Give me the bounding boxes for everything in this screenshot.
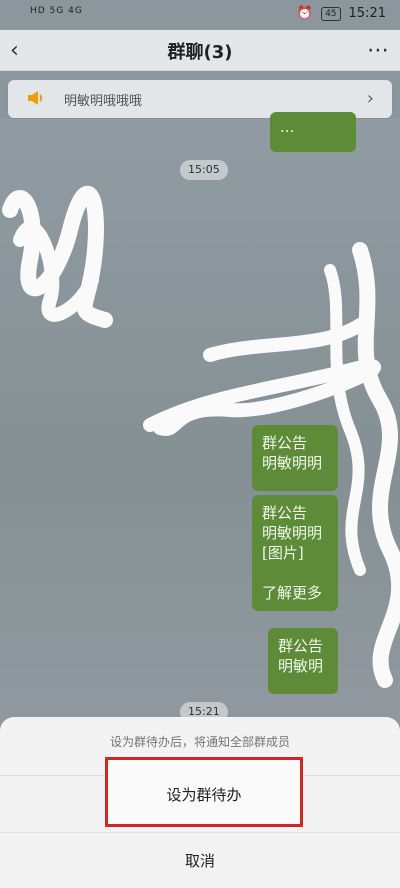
set-group-todo-label: 设为群待办 <box>166 786 242 804</box>
battery-indicator: 45 <box>321 6 341 21</box>
status-right: ⏰ 45 15:21 <box>297 6 386 21</box>
timestamp-1505: 15:05 <box>180 160 228 180</box>
chevron-right-icon: › <box>366 88 374 109</box>
signal-indicators: HD 5G 4G <box>30 6 83 16</box>
page-title: 群聊(3) <box>167 42 233 63</box>
speaker-icon <box>28 91 43 105</box>
scribble-right <box>143 242 400 688</box>
status-bar: HD 5G 4G ⏰ 45 15:21 <box>0 0 400 30</box>
sheet-hint: 设为群待办后，将通知全部群成员 <box>109 735 290 749</box>
sheet-divider-2 <box>0 832 400 833</box>
scribble-left <box>2 185 113 328</box>
more-options-icon[interactable]: ⋯ <box>367 38 390 63</box>
alarm-icon: ⏰ <box>296 6 314 21</box>
cancel-button[interactable]: 取消 <box>0 850 400 871</box>
message-bubble-top[interactable]: ... <box>270 112 356 152</box>
notice-text: 明敏明哦哦哦 <box>64 94 143 109</box>
set-group-todo-button[interactable]: 设为群待办 <box>105 757 303 827</box>
clock: 15:21 <box>348 6 386 21</box>
chat-header: ‹ 群聊(3) ⋯ <box>0 30 400 71</box>
